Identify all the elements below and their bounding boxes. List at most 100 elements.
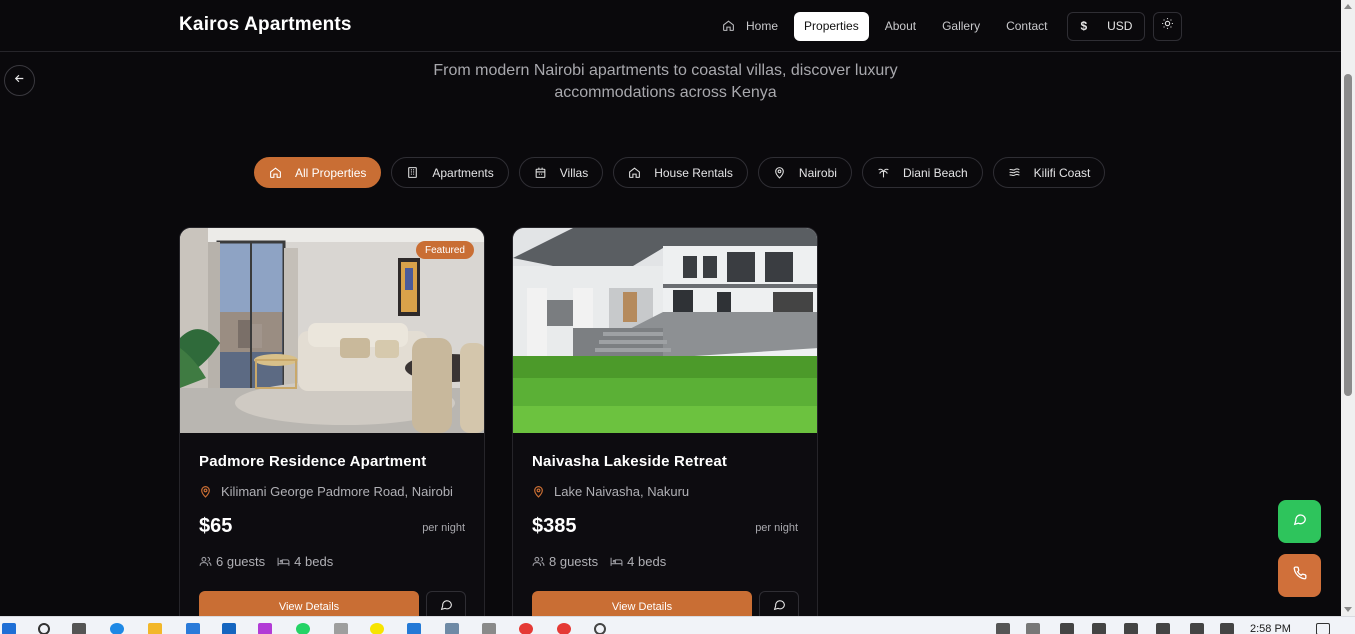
chrome-icon[interactable] — [519, 623, 533, 634]
task-view-icon[interactable] — [72, 623, 86, 634]
onedrive-icon[interactable] — [1026, 623, 1040, 634]
property-location-text: Lake Naivasha, Nakuru — [554, 484, 690, 499]
filter-all-properties[interactable]: All Properties — [254, 157, 382, 188]
property-title[interactable]: Naivasha Lakeside Retreat — [532, 453, 727, 470]
featured-badge: Featured — [415, 241, 474, 259]
theme-toggle-button[interactable] — [1153, 11, 1183, 41]
nav-about[interactable]: About — [875, 12, 926, 41]
message-icon — [1293, 512, 1307, 531]
price-unit: per night — [422, 522, 465, 534]
app-icon[interactable] — [334, 623, 348, 634]
property-card[interactable]: Naivasha Lakeside Retreat Lake Naivasha,… — [512, 227, 818, 634]
brand-logo[interactable]: Kairos Apartments — [179, 14, 352, 36]
filter-label: Nairobi — [798, 165, 837, 180]
back-button[interactable] — [4, 65, 35, 96]
nav-home[interactable]: Home — [712, 12, 788, 41]
nav-properties-label: Properties — [804, 19, 859, 33]
filter-house-rentals[interactable]: House Rentals — [613, 157, 748, 188]
users-icon — [532, 555, 546, 569]
main-nav: Home Properties About Gallery Contact $ … — [712, 11, 1183, 41]
scroll-up-icon[interactable] — [1344, 4, 1352, 9]
property-location-text: Kilimani George Padmore Road, Nairobi — [221, 484, 453, 499]
currency-selector[interactable]: $ USD — [1067, 11, 1146, 41]
bed-icon — [277, 555, 291, 569]
whatsapp-app-icon[interactable] — [296, 623, 310, 634]
property-meta: 8 guests 4 beds — [532, 554, 666, 569]
bed-count: 4 beds — [294, 554, 334, 569]
map-pin-icon — [199, 485, 213, 499]
app-icon[interactable] — [594, 623, 606, 634]
notepad-icon[interactable] — [482, 623, 496, 634]
volume-icon[interactable] — [1156, 623, 1170, 634]
filter-diani-beach[interactable]: Diani Beach — [861, 157, 983, 188]
property-card[interactable]: Featured Padmore Residence Apartment Kil… — [179, 227, 485, 634]
property-photo-living-room[interactable]: Featured — [180, 228, 484, 433]
users-icon — [199, 555, 213, 569]
nav-home-label: Home — [746, 19, 779, 33]
filter-villas[interactable]: Villas — [518, 157, 604, 188]
call-button[interactable] — [1278, 554, 1321, 597]
property-price: $385 — [532, 515, 577, 537]
vscode-icon[interactable] — [407, 623, 421, 634]
taskbar-clock[interactable]: 2:58 PM — [1250, 623, 1291, 634]
notification-icon[interactable] — [1316, 623, 1330, 634]
message-icon — [440, 598, 453, 616]
guest-count: 6 guests — [216, 554, 266, 569]
sun-icon — [1161, 17, 1174, 35]
battery-icon[interactable] — [1124, 623, 1138, 634]
bed-icon — [610, 555, 624, 569]
search-icon[interactable] — [38, 623, 50, 634]
wifi-icon[interactable] — [1190, 623, 1204, 634]
network-icon[interactable] — [1092, 623, 1106, 634]
dollar-icon: $ — [1080, 19, 1088, 33]
store-icon[interactable] — [186, 623, 200, 634]
snapchat-icon[interactable] — [370, 623, 384, 634]
property-location: Kilimani George Padmore Road, Nairobi — [199, 484, 453, 499]
tray-chevron-icon[interactable] — [996, 623, 1010, 634]
building-icon — [406, 166, 420, 180]
nav-about-label: About — [884, 19, 917, 33]
nav-contact-label: Contact — [1006, 19, 1048, 33]
nav-properties[interactable]: Properties — [794, 11, 869, 41]
outlook-icon[interactable] — [222, 623, 236, 634]
filter-label: Diani Beach — [902, 165, 968, 180]
tray-icon[interactable] — [1060, 623, 1074, 634]
scroll-down-icon[interactable] — [1344, 607, 1352, 612]
filter-bar: All Properties Apartments Villas House R… — [254, 157, 1106, 188]
edge-icon[interactable] — [110, 623, 124, 634]
filter-nairobi[interactable]: Nairobi — [757, 157, 852, 188]
message-icon — [773, 598, 786, 616]
house-icon — [628, 166, 642, 180]
price-unit: per night — [755, 522, 798, 534]
page-subtitle: From modern Nairobi apartments to coasta… — [433, 62, 898, 101]
filter-kilifi-coast[interactable]: Kilifi Coast — [992, 157, 1106, 188]
map-pin-icon — [773, 166, 787, 180]
property-photo-lakeside-house[interactable] — [513, 228, 817, 433]
photos-icon[interactable] — [445, 623, 459, 634]
villa-icon — [534, 166, 548, 180]
pen-icon[interactable] — [1220, 623, 1234, 634]
filter-label: Apartments — [432, 165, 494, 180]
nav-gallery-label: Gallery — [942, 19, 981, 33]
os-taskbar: 2:58 PM — [0, 616, 1355, 634]
whatsapp-button[interactable] — [1278, 500, 1321, 543]
currency-code: USD — [1107, 19, 1133, 33]
property-location: Lake Naivasha, Nakuru — [532, 484, 689, 499]
phone-icon — [1293, 566, 1307, 585]
bed-count: 4 beds — [627, 554, 667, 569]
file-explorer-icon[interactable] — [148, 623, 162, 634]
start-icon[interactable] — [2, 623, 16, 634]
chrome-active-icon[interactable] — [557, 623, 571, 634]
property-title[interactable]: Padmore Residence Apartment — [199, 453, 426, 470]
copilot-icon[interactable] — [258, 623, 272, 634]
filter-apartments[interactable]: Apartments — [391, 157, 509, 188]
page-scrollbar[interactable] — [1341, 0, 1355, 616]
waves-icon — [1008, 166, 1022, 180]
property-price: $65 — [199, 515, 233, 537]
filter-label: Villas — [559, 165, 589, 180]
home-icon — [269, 166, 283, 180]
nav-gallery[interactable]: Gallery — [932, 12, 990, 41]
nav-contact[interactable]: Contact — [996, 12, 1057, 41]
scroll-thumb[interactable] — [1344, 74, 1352, 396]
top-navbar: Kairos Apartments Home Properties About … — [0, 0, 1341, 52]
